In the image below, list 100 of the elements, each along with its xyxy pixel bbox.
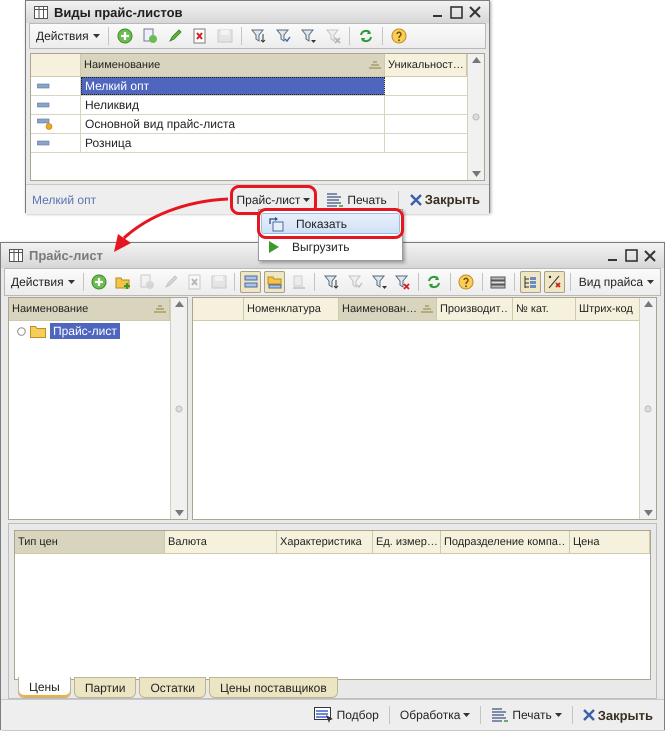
- column-header[interactable]: Производит…: [437, 298, 513, 320]
- column-header[interactable]: Наименование: [9, 298, 170, 320]
- column-header[interactable]: № кат.: [513, 298, 576, 320]
- scroll-up-icon[interactable]: [644, 301, 652, 307]
- footer-button[interactable]: Печать: [488, 704, 565, 726]
- refresh-icon: [426, 274, 442, 290]
- refresh-icon: [358, 28, 374, 44]
- copy-icon: [138, 274, 155, 290]
- scroll-up-icon[interactable]: [472, 57, 480, 63]
- print-icon: [326, 192, 344, 208]
- close-icon[interactable]: [644, 250, 656, 262]
- column-header[interactable]: Цена: [570, 531, 650, 553]
- tab[interactable]: Цены поставщиков: [209, 677, 338, 698]
- add-icon: [91, 274, 108, 290]
- sort-icon: [421, 305, 433, 313]
- toolbar-button[interactable]: [240, 271, 262, 293]
- scroll-thumb-icon[interactable]: [175, 404, 183, 412]
- pencil-icon: [162, 274, 179, 290]
- footer-button[interactable]: Прайс-лист: [234, 188, 314, 210]
- column-header[interactable]: Тип цен: [15, 531, 165, 553]
- help-icon: [390, 28, 407, 44]
- footer-button[interactable]: Обработка: [396, 704, 474, 726]
- filter-menu-icon: [370, 274, 387, 290]
- delete-icon: [192, 28, 208, 44]
- filter-icon: [274, 28, 291, 44]
- footer-button[interactable]: Подбор: [310, 704, 382, 726]
- tab[interactable]: Остатки: [139, 677, 206, 698]
- tree-node-icon[interactable]: [17, 326, 26, 336]
- table-cell[interactable]: Мелкий опт: [81, 77, 385, 95]
- caret-icon: [92, 34, 100, 38]
- sort-icon: [369, 61, 381, 69]
- toolbar-button[interactable]: [520, 271, 541, 293]
- status-text: Мелкий опт: [32, 192, 98, 206]
- actions-menu-button[interactable]: Действия: [33, 25, 103, 47]
- help-icon: [458, 274, 474, 290]
- table-icon: [9, 249, 23, 262]
- close-icon: [410, 194, 422, 206]
- menu-item[interactable]: Выгрузить: [261, 236, 400, 257]
- filter-clear-icon: [324, 28, 341, 44]
- scroll-down-icon[interactable]: [174, 510, 184, 516]
- folder-move-icon: [290, 274, 307, 290]
- close-icon: [582, 709, 595, 721]
- slash-clear-icon: [546, 274, 562, 290]
- scrollbar[interactable]: [467, 54, 484, 180]
- add-icon: [116, 28, 133, 44]
- sort-icon: [154, 305, 166, 313]
- footer-button[interactable]: Печать: [323, 188, 390, 210]
- menu-item[interactable]: Показать: [261, 213, 400, 234]
- close-icon[interactable]: [469, 6, 481, 18]
- document-arrow-icon: [268, 216, 284, 232]
- save-icon: [210, 274, 227, 290]
- caret-icon: [554, 713, 562, 717]
- item-icon: [37, 140, 51, 146]
- tree-icon: [522, 274, 538, 290]
- actions-menu-button[interactable]: Действия: [8, 271, 78, 293]
- column-header[interactable]: Штрих-код: [576, 298, 641, 320]
- column-header[interactable]: Характеристика: [277, 531, 373, 553]
- filter-list-icon: [250, 28, 266, 44]
- caret-icon: [68, 280, 75, 284]
- maximize-icon[interactable]: [625, 249, 638, 262]
- scrollbar[interactable]: [639, 298, 656, 519]
- filter-clear-icon: [394, 274, 410, 290]
- column-header[interactable]: Уникальност…: [385, 54, 467, 76]
- delete-icon: [186, 274, 203, 290]
- window-title: Виды прайс-листов: [54, 4, 184, 20]
- column-header[interactable]: Наименован…: [339, 298, 437, 320]
- toolbar-button[interactable]: [544, 271, 565, 293]
- pencil-icon: [166, 28, 183, 44]
- column-header[interactable]: Наименование: [81, 54, 385, 76]
- footer-button[interactable]: Закрыть: [406, 188, 483, 210]
- tree-item[interactable]: Прайс-лист: [50, 323, 120, 339]
- copy-icon: [142, 28, 158, 44]
- print-icon: [491, 707, 510, 723]
- tab[interactable]: Партии: [74, 677, 136, 698]
- tab[interactable]: Цены: [18, 677, 71, 698]
- footer-button[interactable]: Закрыть: [580, 704, 656, 726]
- scroll-down-icon[interactable]: [644, 510, 652, 516]
- column-header[interactable]: Подразделение компа…: [441, 531, 570, 553]
- scroll-down-icon[interactable]: [472, 171, 480, 177]
- caret-icon: [463, 713, 470, 717]
- save-icon: [216, 28, 233, 44]
- toolbar-button[interactable]: [264, 271, 286, 293]
- actions-menu-button[interactable]: Вид прайса: [576, 271, 657, 293]
- column-header[interactable]: Валюта: [165, 531, 277, 553]
- play-icon: [268, 240, 280, 252]
- scroll-up-icon[interactable]: [174, 301, 184, 307]
- scroll-thumb-icon[interactable]: [472, 113, 480, 121]
- column-header[interactable]: Ед. измер…: [373, 531, 441, 553]
- maximize-icon[interactable]: [450, 6, 463, 18]
- scroll-thumb-icon[interactable]: [644, 404, 652, 412]
- table-icon: [34, 6, 48, 18]
- scrollbar[interactable]: [170, 298, 187, 519]
- folder-list-icon: [266, 274, 283, 290]
- hierarchy-icon: [242, 274, 259, 290]
- item-icon: [37, 83, 51, 89]
- caret-icon: [647, 280, 654, 284]
- filter-list-icon: [322, 274, 339, 290]
- item-icon: [37, 102, 51, 108]
- filter-menu-icon: [300, 28, 316, 44]
- column-header[interactable]: Номенклатура: [244, 298, 339, 320]
